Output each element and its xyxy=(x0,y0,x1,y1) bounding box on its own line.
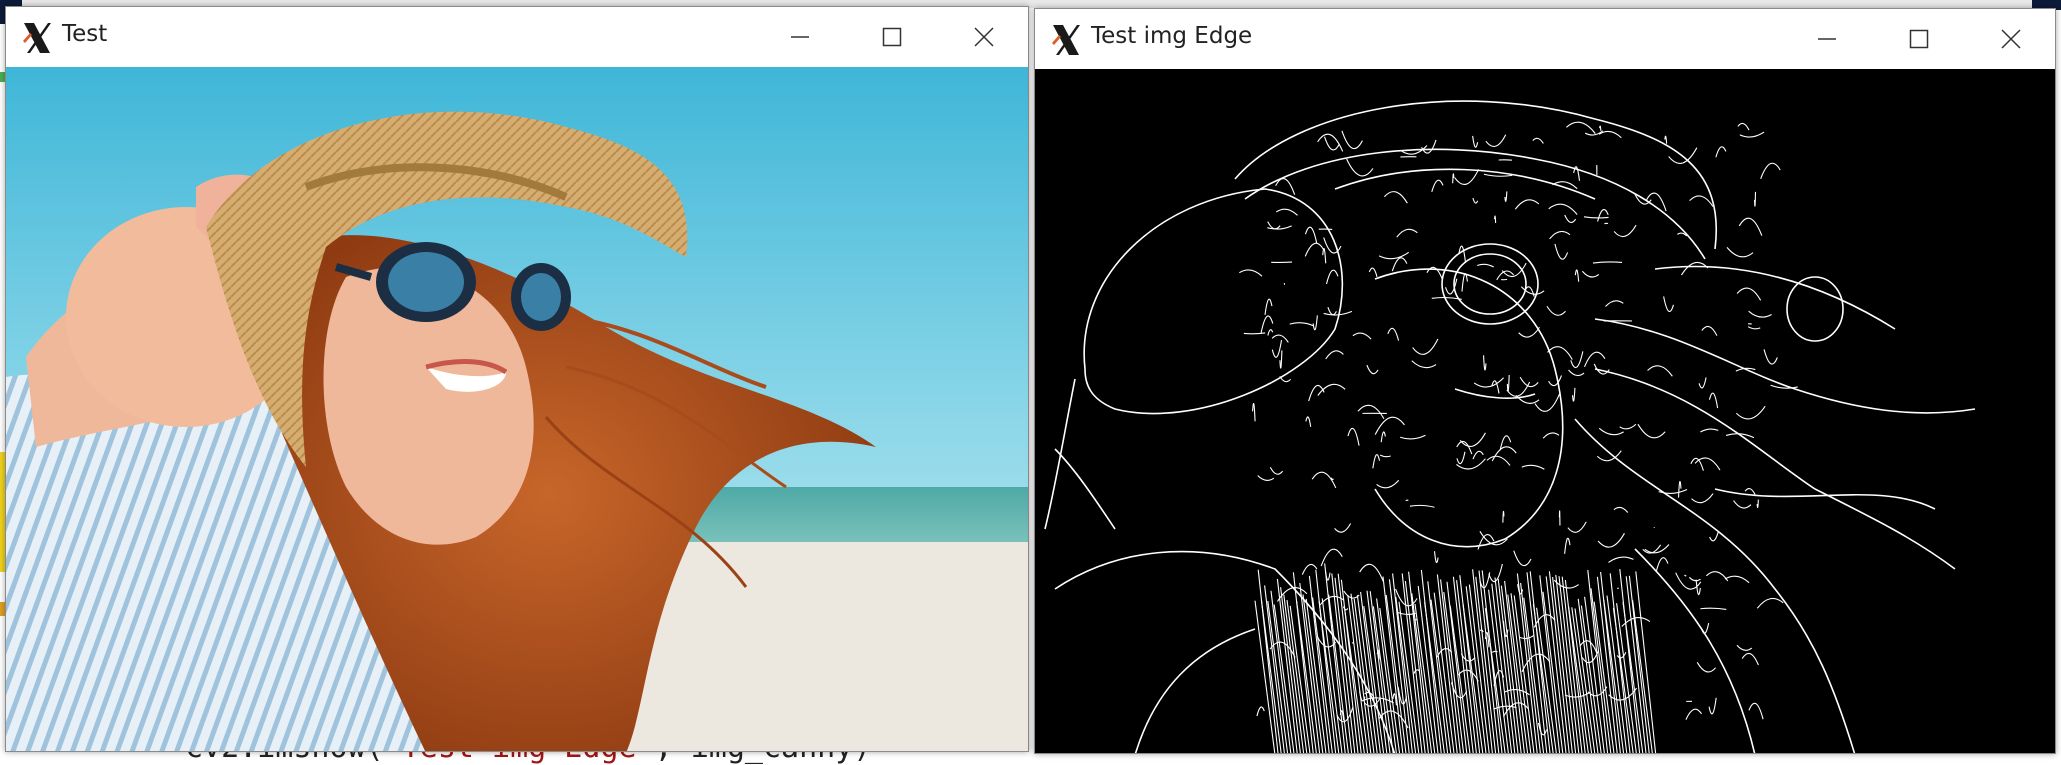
x-app-icon xyxy=(1049,23,1083,57)
image-viewport xyxy=(6,67,1028,751)
window-title: Test img Edge xyxy=(1091,23,1252,49)
beach-photo xyxy=(6,67,1028,751)
close-button[interactable] xyxy=(1965,9,2057,68)
minimize-button[interactable] xyxy=(754,7,846,66)
edge-image-viewport xyxy=(1035,69,2055,753)
edge-window-titlebar[interactable]: Test img Edge xyxy=(1035,9,2055,68)
minimize-icon xyxy=(789,26,811,48)
close-icon xyxy=(973,26,995,48)
maximize-icon xyxy=(1908,28,1930,50)
canny-edge-image xyxy=(1035,69,2055,753)
test-window[interactable]: Test xyxy=(5,6,1029,752)
close-button[interactable] xyxy=(938,7,1030,66)
maximize-button[interactable] xyxy=(1873,9,1965,68)
edge-stroke xyxy=(1559,511,1560,526)
test-window-titlebar[interactable]: Test xyxy=(6,7,1028,66)
minimize-button[interactable] xyxy=(1781,9,1873,68)
minimize-icon xyxy=(1816,28,1838,50)
test-img-edge-window[interactable]: Test img Edge xyxy=(1034,8,2056,754)
close-icon xyxy=(2000,28,2022,50)
window-title: Test xyxy=(62,21,107,47)
x-app-icon xyxy=(20,21,54,55)
maximize-button[interactable] xyxy=(846,7,938,66)
maximize-icon xyxy=(881,26,903,48)
